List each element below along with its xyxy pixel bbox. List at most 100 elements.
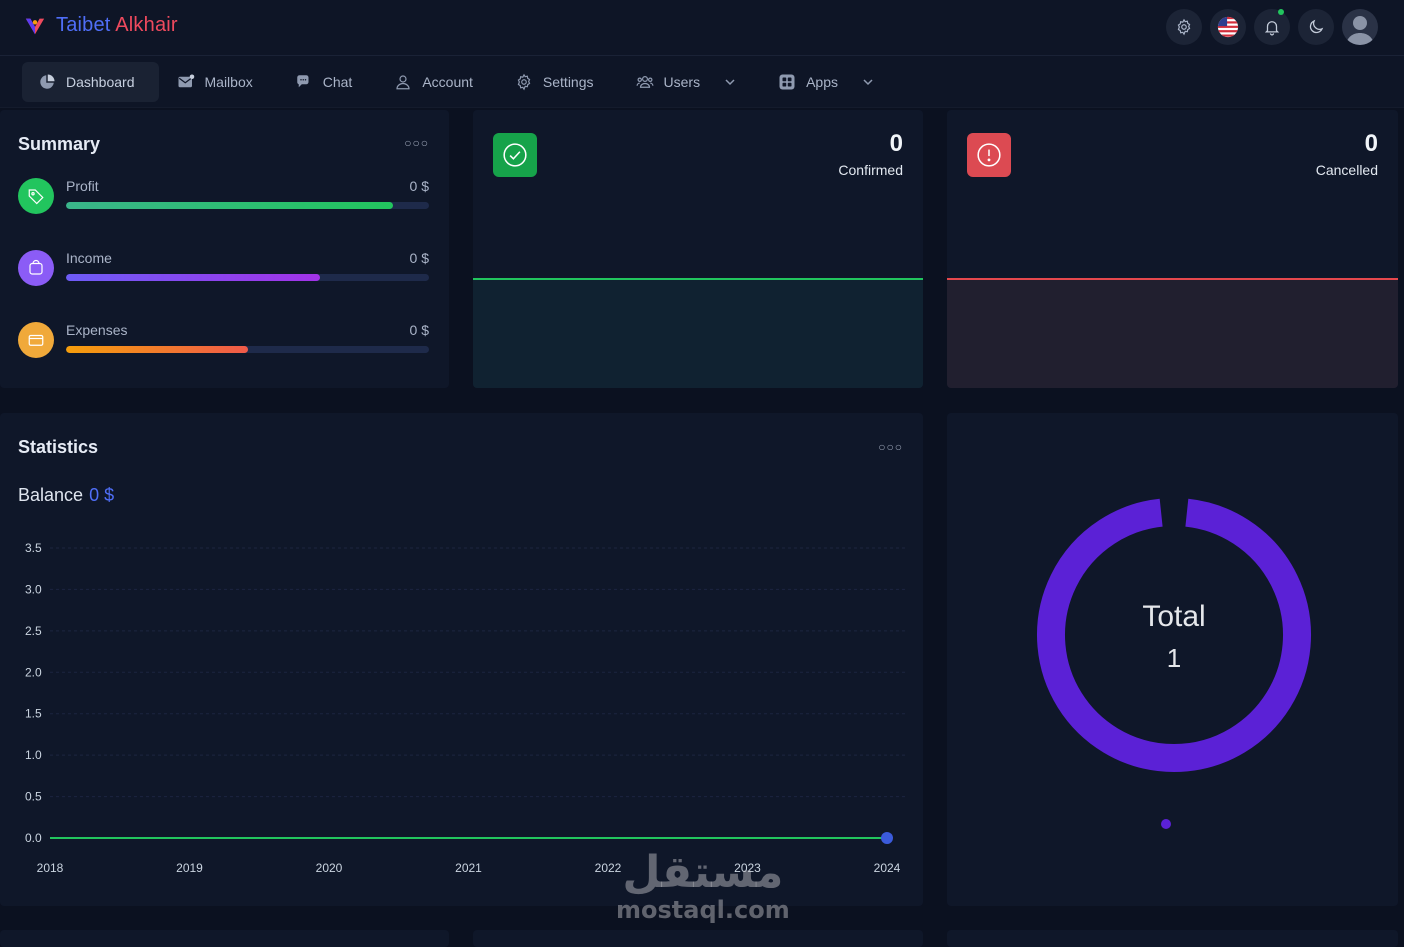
y-tick-label: 1.0 [25,748,42,762]
total-card: Total 1 [947,413,1398,906]
avatar-icon [1346,16,1374,45]
theme-toggle-button[interactable] [1298,9,1334,45]
y-tick-label: 3.5 [25,541,42,555]
users-icon [636,76,653,88]
cancelled-label: Cancelled [1315,162,1378,178]
nav-label: Account [422,74,473,90]
bottom-card-1 [0,930,449,947]
y-tick-label: 2.5 [25,624,42,638]
progress-fill-expenses [66,346,248,353]
data-point-marker [881,832,893,844]
nav-label: Chat [322,74,353,90]
avatar[interactable] [1342,9,1378,45]
x-tick-label: 2024 [874,861,901,875]
donut-value: 1 [1167,643,1181,673]
alert-circle-icon [967,133,1011,177]
legend-dot[interactable] [1161,819,1171,829]
progress-track [66,202,429,209]
nav-chat[interactable]: Chat [279,62,377,102]
nav-mailbox[interactable]: Mailbox [161,62,277,102]
watermark: مستقل mostaql.com [616,847,790,924]
logo[interactable]: Taibet Alkhair [24,14,178,37]
us-flag-icon [1217,16,1239,38]
gear-icon [1177,18,1191,36]
tag-icon [18,178,54,214]
nav-users[interactable]: Users [620,62,761,102]
summary-label: Income [66,250,112,266]
nav-settings[interactable]: Settings [499,62,618,102]
x-tick-label: 2019 [176,861,203,875]
cancelled-sparkline [947,278,1398,388]
brand-name-part2: Alkhair [115,14,178,36]
x-tick-label: 2018 [37,861,64,875]
chevron-down-icon [725,79,735,86]
gear-icon [517,73,531,91]
statistics-card: Statistics ○○○ Balance 0 $ 0.0 0.5 1.0 1.5 2.… [0,413,923,906]
summary-card: Summary ○○○ Profit 0 $ Income 0 $ Expens… [0,110,449,388]
nav-label: Dashboard [66,74,135,90]
main-nav: Dashboard Mailbox Chat Account Settings … [0,56,1404,108]
bag-icon [18,250,54,286]
y-tick-label: 0.0 [25,831,42,845]
brand-name-part1: Taibet [56,14,111,36]
user-icon [396,75,410,90]
summary-value: 0 $ [409,322,429,338]
check-circle-icon [493,133,537,177]
donut-ring [1037,498,1311,772]
confirmed-card: 0 Confirmed [473,110,923,388]
nav-label: Users [663,74,701,90]
watermark-arabic: مستقل [622,847,784,898]
y-tick-label: 0.5 [25,790,42,804]
chat-icon [296,75,309,88]
statistics-chart: 0.0 0.5 1.0 1.5 2.0 2.5 3.0 3.5 2018 2019 2020 2021… [25,541,905,875]
progress-track [66,346,429,353]
donut-title: Total [1142,600,1205,633]
notification-dot [1278,9,1284,15]
nav-dashboard[interactable]: Dashboard [22,62,159,102]
x-tick-label: 2020 [316,861,343,875]
progress-fill-income [66,274,321,281]
summary-row-expenses: Expenses 0 $ [18,322,429,362]
total-donut-chart: Total 1 [1037,498,1311,829]
y-tick-label: 1.5 [25,707,42,721]
card-icon [18,322,54,358]
summary-label: Profit [66,178,99,194]
nav-label: Mailbox [204,74,253,90]
confirmed-sparkline [473,278,923,388]
confirmed-count: 0 [889,130,903,157]
nav-account[interactable]: Account [378,62,497,102]
chevron-down-icon [863,79,873,86]
confirmed-label: Confirmed [838,162,903,178]
nav-label: Apps [806,74,838,90]
brand-name: Taibet Alkhair [56,14,178,37]
summary-row-profit: Profit 0 $ [18,178,429,218]
y-tick-label: 3.0 [25,582,42,596]
summary-value: 0 $ [409,250,429,266]
dashboard-icon [40,74,55,89]
cancelled-card: 0 Cancelled [947,110,1398,388]
mail-icon [178,74,194,88]
moon-icon [1309,19,1324,34]
watermark-url: mostaql.com [616,896,790,924]
summary-row-income: Income 0 $ [18,250,429,290]
progress-track [66,274,429,281]
x-tick-label: 2021 [455,861,482,875]
summary-title: Summary [18,134,101,154]
nav-label: Settings [542,74,594,90]
notifications-button[interactable] [1254,9,1290,45]
bell-icon [1264,21,1280,36]
logo-icon [25,18,45,34]
y-tick-label: 2.0 [25,665,42,679]
settings-button[interactable] [1166,9,1202,45]
progress-fill-profit [66,202,393,209]
nav-apps[interactable]: Apps [762,62,898,102]
language-button[interactable] [1210,9,1246,45]
summary-value: 0 $ [409,178,429,194]
apps-icon [779,74,795,90]
top-bar: Taibet Alkhair [0,0,1404,56]
bottom-card-3 [947,930,1398,947]
summary-label: Expenses [66,322,128,338]
more-options-icon[interactable]: ○○○ [404,136,429,150]
cancelled-count: 0 [1364,130,1378,157]
bottom-card-2 [473,930,923,947]
